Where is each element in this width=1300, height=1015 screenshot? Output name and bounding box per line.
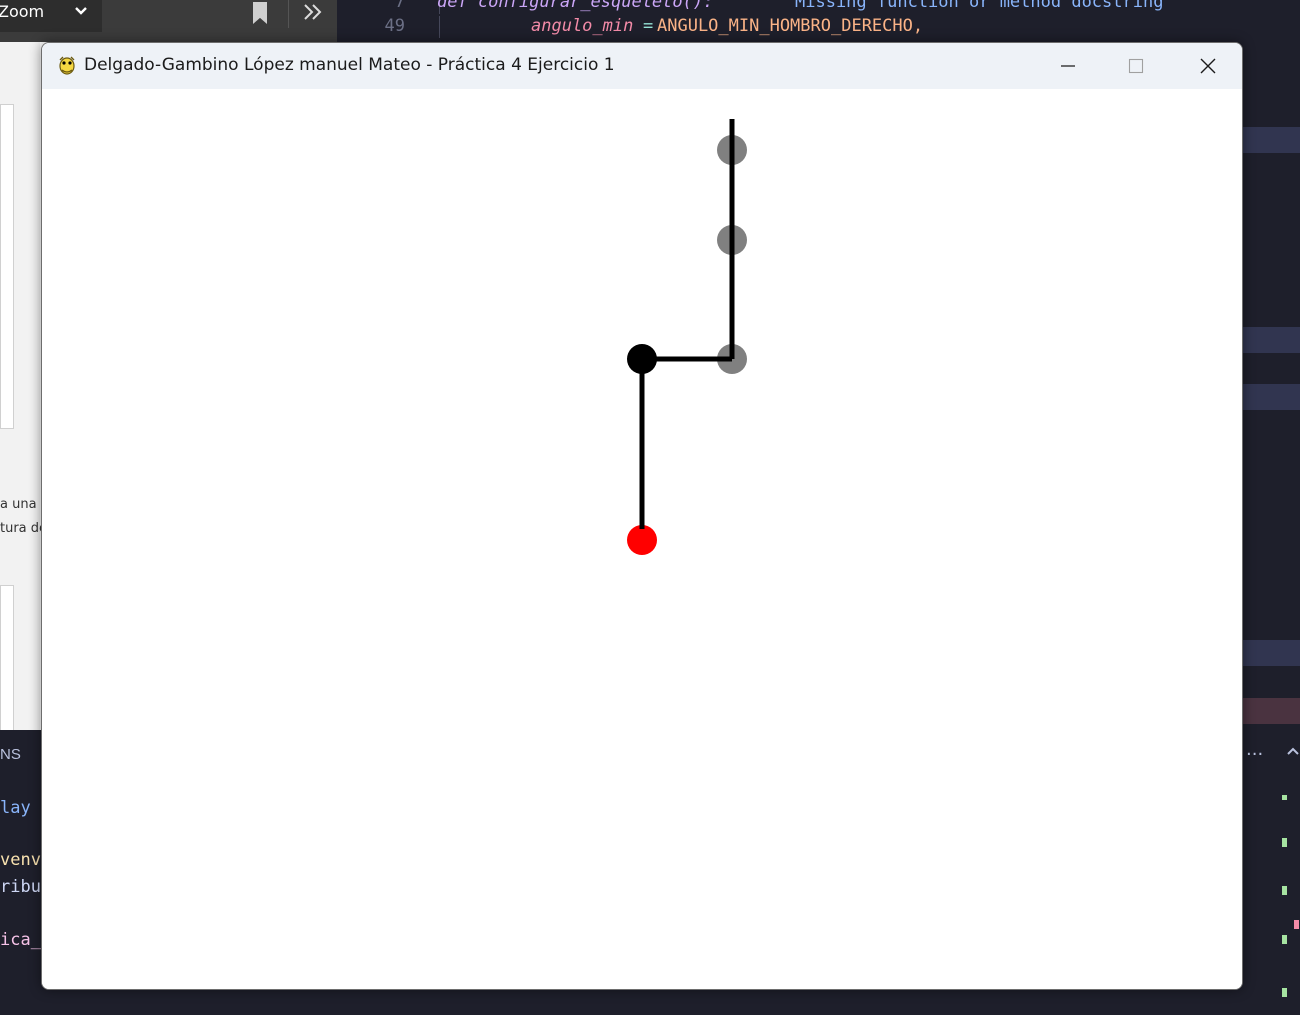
line-highlight [1237,127,1300,153]
line-highlight [1237,327,1300,353]
line-highlight [1237,640,1300,666]
zoom-label: Zoom [0,2,45,21]
code-text: def configurar_esqueleto(): [437,0,714,12]
pygame-snake-icon [56,54,78,76]
operator-text: = [643,16,654,36]
chevron-up-icon[interactable] [1286,744,1300,760]
close-button[interactable] [1174,43,1242,89]
chevron-down-icon [74,2,88,26]
scrollbar-marker [1294,920,1299,929]
line-highlight [1237,384,1300,410]
window-title: Delgado-Gambino López manuel Mateo - Prá… [84,55,615,75]
skeleton-drawing [627,119,747,555]
maximize-button[interactable] [1102,43,1170,89]
more-tools-icon[interactable] [288,0,336,28]
param-text: angulo_min [531,16,634,36]
maximize-icon [1128,58,1144,74]
value-text: ANGULO_MIN_HOMBRO_DERECHO, [657,16,924,36]
scrollbar-marker [1282,838,1287,847]
line-number: 7 [394,0,405,12]
pdf-embedded-panel [0,104,14,429]
close-icon [1200,58,1216,74]
scrollbar-marker [1282,935,1287,944]
line-number: 49 [384,16,405,36]
scrollbar-marker [1282,886,1287,895]
pdf-toolbar: Zoom [0,0,337,42]
diagnostic-text: Missing function or method docstring [795,0,1164,12]
code-line: 7 def configurar_esqueleto(): Missing fu… [337,0,1300,14]
terminal-more-icon[interactable]: ··· [1246,744,1263,765]
zoom-dropdown[interactable]: Zoom [0,0,102,32]
pygame-canvas[interactable] [42,89,1242,989]
scrollbar-marker [1282,795,1287,800]
pdf-page-area [0,42,40,735]
code-line: 49 angulo_min = ANGULO_MIN_HOMBRO_DERECH… [337,16,1300,38]
bookmark-icon[interactable] [253,2,267,24]
line-highlight-error [1237,698,1300,724]
minimize-button[interactable] [1034,43,1102,89]
pygame-window[interactable]: Delgado-Gambino López manuel Mateo - Prá… [41,42,1243,990]
pdf-embedded-panel [0,585,14,735]
scrollbar-marker [1282,988,1287,997]
line-separator [439,16,440,38]
terminal-tab[interactable]: NS [0,746,21,763]
window-titlebar[interactable]: Delgado-Gambino López manuel Mateo - Prá… [42,43,1242,89]
end-effector-joint [627,525,657,555]
minimize-icon [1061,65,1075,67]
pdf-text-line: tura de [0,521,48,536]
